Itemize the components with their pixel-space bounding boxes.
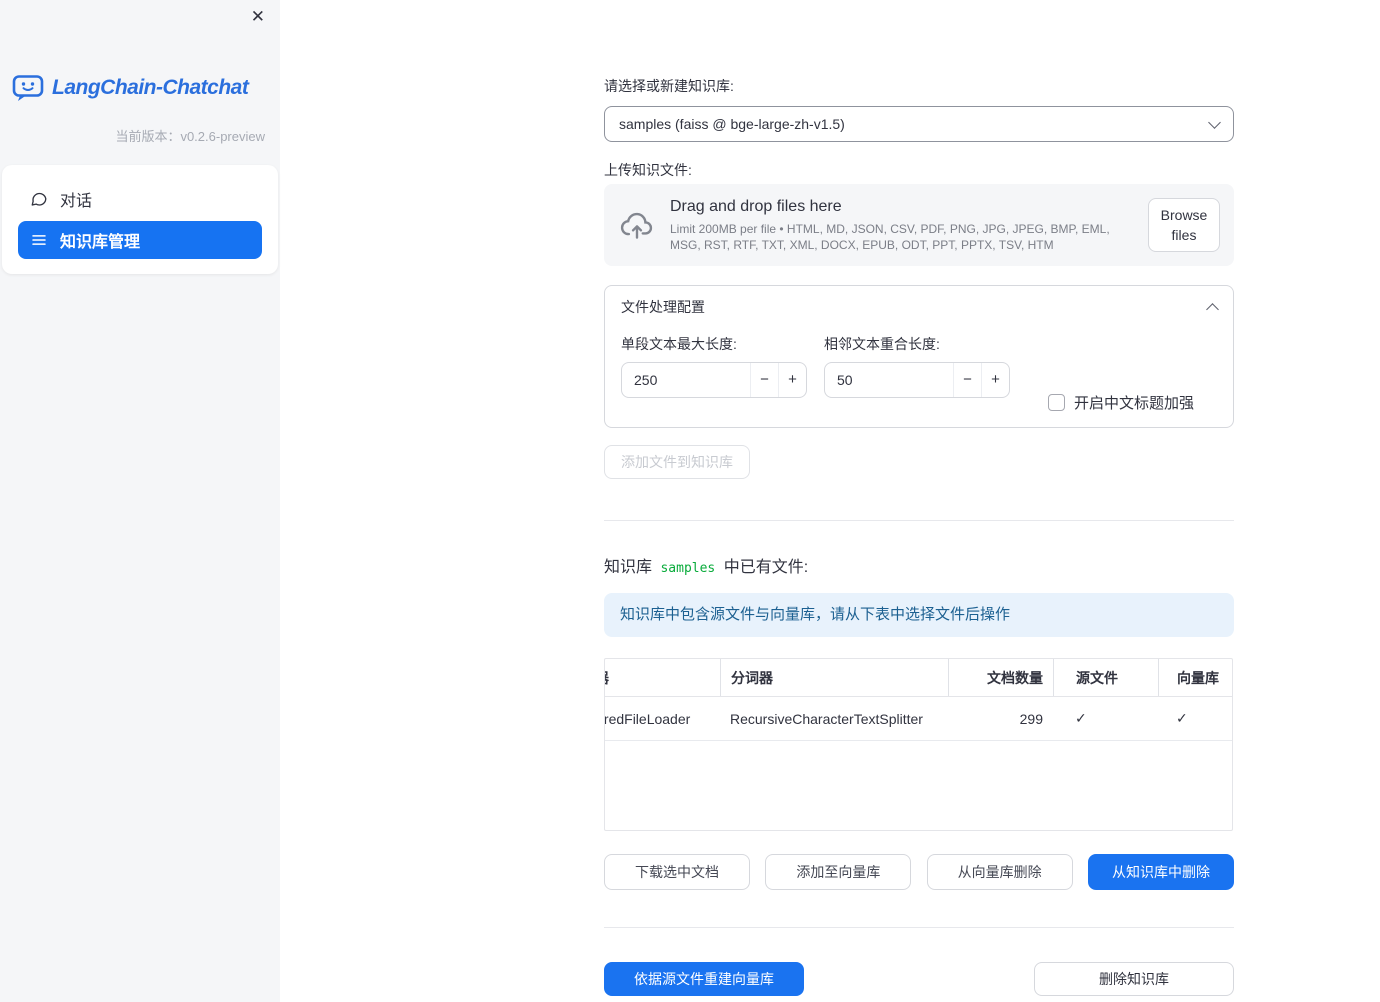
overlap-length-field: 相邻文本重合长度: 50 − +: [824, 334, 1010, 398]
download-selected-docs-button[interactable]: 下载选中文档: [604, 854, 750, 890]
overlap-length-label: 相邻文本重合长度:: [824, 336, 940, 352]
chatchat-logo-icon: [12, 75, 44, 101]
kb-files-table[interactable]: 文档加载器 分词器 文档数量 源文件 向量库 UnstructuredFileL…: [604, 658, 1233, 831]
max-length-increment-button[interactable]: +: [778, 363, 806, 397]
file-limit-text: Limit 200MB per file • HTML, MD, JSON, C…: [670, 221, 1110, 252]
version-text: 当前版本：v0.2.6-preview: [0, 126, 280, 145]
sidebar-item-dialogue[interactable]: 对话: [18, 180, 262, 218]
cell-doc-count: 299: [1019, 710, 1043, 727]
column-header-splitter[interactable]: 分词器: [720, 659, 948, 696]
kb-select-value: samples (faiss @ bge-large-zh-v1.5): [619, 116, 845, 132]
kb-select[interactable]: samples (faiss @ bge-large-zh-v1.5): [604, 106, 1234, 142]
cell-loader: UnstructuredFileLoader: [605, 710, 691, 727]
upload-cloud-icon: [620, 212, 653, 239]
cell-source-file-check: ✓: [1075, 710, 1087, 726]
zh-title-enhance-label: 开启中文标题加强: [1074, 395, 1195, 412]
kb-files-suffix: 中已有文件:: [723, 559, 809, 576]
checkbox-unchecked-icon[interactable]: [1048, 394, 1065, 411]
add-files-to-kb-button[interactable]: 添加文件到知识库: [604, 445, 750, 479]
list-icon: [32, 235, 46, 245]
app-logo: LangChain-Chatchat: [0, 0, 280, 102]
delete-from-vector-store-button[interactable]: 从向量库删除: [926, 854, 1073, 890]
overlap-length-value: 50: [837, 372, 853, 388]
browse-files-button[interactable]: Browse files: [1148, 198, 1220, 252]
sidebar-menu: 对话 知识库管理: [2, 165, 278, 274]
sidebar-item-label: 对话: [60, 193, 93, 210]
chevron-down-icon: [1208, 115, 1221, 129]
app-root: ✕ LangChain-Chatchat 当前版本：v0.2.6-preview…: [0, 0, 1380, 1002]
kb-existing-files-title: 知识库 samples 中已有文件:: [604, 556, 1234, 581]
upload-files-label: 上传知识文件:: [604, 162, 692, 178]
kb-name-code: samples: [660, 561, 716, 576]
max-length-label: 单段文本最大长度:: [621, 336, 737, 352]
max-length-field: 单段文本最大长度: 250 − +: [621, 334, 807, 398]
file-config-expander: 文件处理配置 单段文本最大长度: 250 − + 相邻文本重合长度: 50 − …: [604, 285, 1234, 428]
info-banner: 知识库中包含源文件与向量库，请从下表中选择文件后操作: [604, 593, 1234, 637]
rebuild-vector-store-button[interactable]: 依据源文件重建向量库: [604, 962, 804, 996]
table-header-row: 文档加载器 分词器 文档数量 源文件 向量库: [605, 659, 1232, 697]
overlap-increment-button[interactable]: +: [981, 363, 1009, 397]
file-uploader-dropzone[interactable]: Drag and drop files here Limit 200MB per…: [604, 184, 1234, 266]
divider: [604, 927, 1234, 928]
divider: [604, 520, 1234, 521]
uploader-texts: Drag and drop files here Limit 200MB per…: [670, 198, 1132, 253]
delete-kb-button[interactable]: 删除知识库: [1034, 962, 1234, 996]
column-header-doc-count[interactable]: 文档数量: [948, 659, 1053, 696]
delete-from-kb-button[interactable]: 从知识库中删除: [1087, 854, 1234, 890]
max-length-input[interactable]: 250 − +: [621, 362, 807, 398]
sidebar-item-kb-management[interactable]: 知识库管理: [18, 221, 262, 259]
table-row[interactable]: UnstructuredFileLoader RecursiveCharacte…: [605, 697, 1232, 741]
kb-bottom-buttons: 依据源文件重建向量库 删除知识库: [604, 962, 1234, 996]
column-header-loader[interactable]: 文档加载器: [605, 659, 720, 696]
file-config-body: 单段文本最大长度: 250 − + 相邻文本重合长度: 50 − + 开启中文标…: [605, 326, 1233, 427]
kb-select-label: 请选择或新建知识库:: [604, 78, 734, 94]
max-length-value: 250: [634, 372, 658, 388]
kb-files-prefix: 知识库: [604, 559, 653, 576]
expander-title: 文件处理配置: [621, 299, 705, 315]
column-header-source-file[interactable]: 源文件: [1053, 659, 1158, 696]
overlap-decrement-button[interactable]: −: [953, 363, 981, 397]
version-value: v0.2.6-preview: [180, 129, 265, 144]
main-content: 请选择或新建知识库: samples (faiss @ bge-large-zh…: [604, 0, 1234, 996]
sidebar: ✕ LangChain-Chatchat 当前版本：v0.2.6-preview…: [0, 0, 280, 1002]
table-empty-area: [605, 741, 1232, 830]
app-logo-text: LangChain-Chatchat: [52, 76, 249, 99]
close-sidebar-icon[interactable]: ✕: [251, 8, 265, 25]
add-to-vector-store-button[interactable]: 添加至向量库: [765, 854, 912, 890]
file-action-buttons: 下载选中文档 添加至向量库 从向量库删除 从知识库中删除: [604, 854, 1234, 890]
zh-title-enhance-checkbox-row[interactable]: 开启中文标题加强: [1048, 392, 1194, 413]
drag-drop-text: Drag and drop files here: [670, 197, 842, 215]
max-length-decrement-button[interactable]: −: [750, 363, 778, 397]
cell-splitter: RecursiveCharacterTextSplitter: [730, 710, 923, 727]
file-config-expander-header[interactable]: 文件处理配置: [605, 286, 1233, 326]
sidebar-item-label: 知识库管理: [60, 234, 141, 251]
cell-vector-store-check: ✓: [1176, 710, 1188, 726]
chat-bubble-icon: [31, 192, 47, 206]
overlap-length-input[interactable]: 50 − +: [824, 362, 1010, 398]
chevron-up-icon: [1206, 303, 1219, 316]
column-header-vector-store[interactable]: 向量库: [1158, 659, 1232, 696]
version-label: 当前版本：: [115, 129, 181, 144]
